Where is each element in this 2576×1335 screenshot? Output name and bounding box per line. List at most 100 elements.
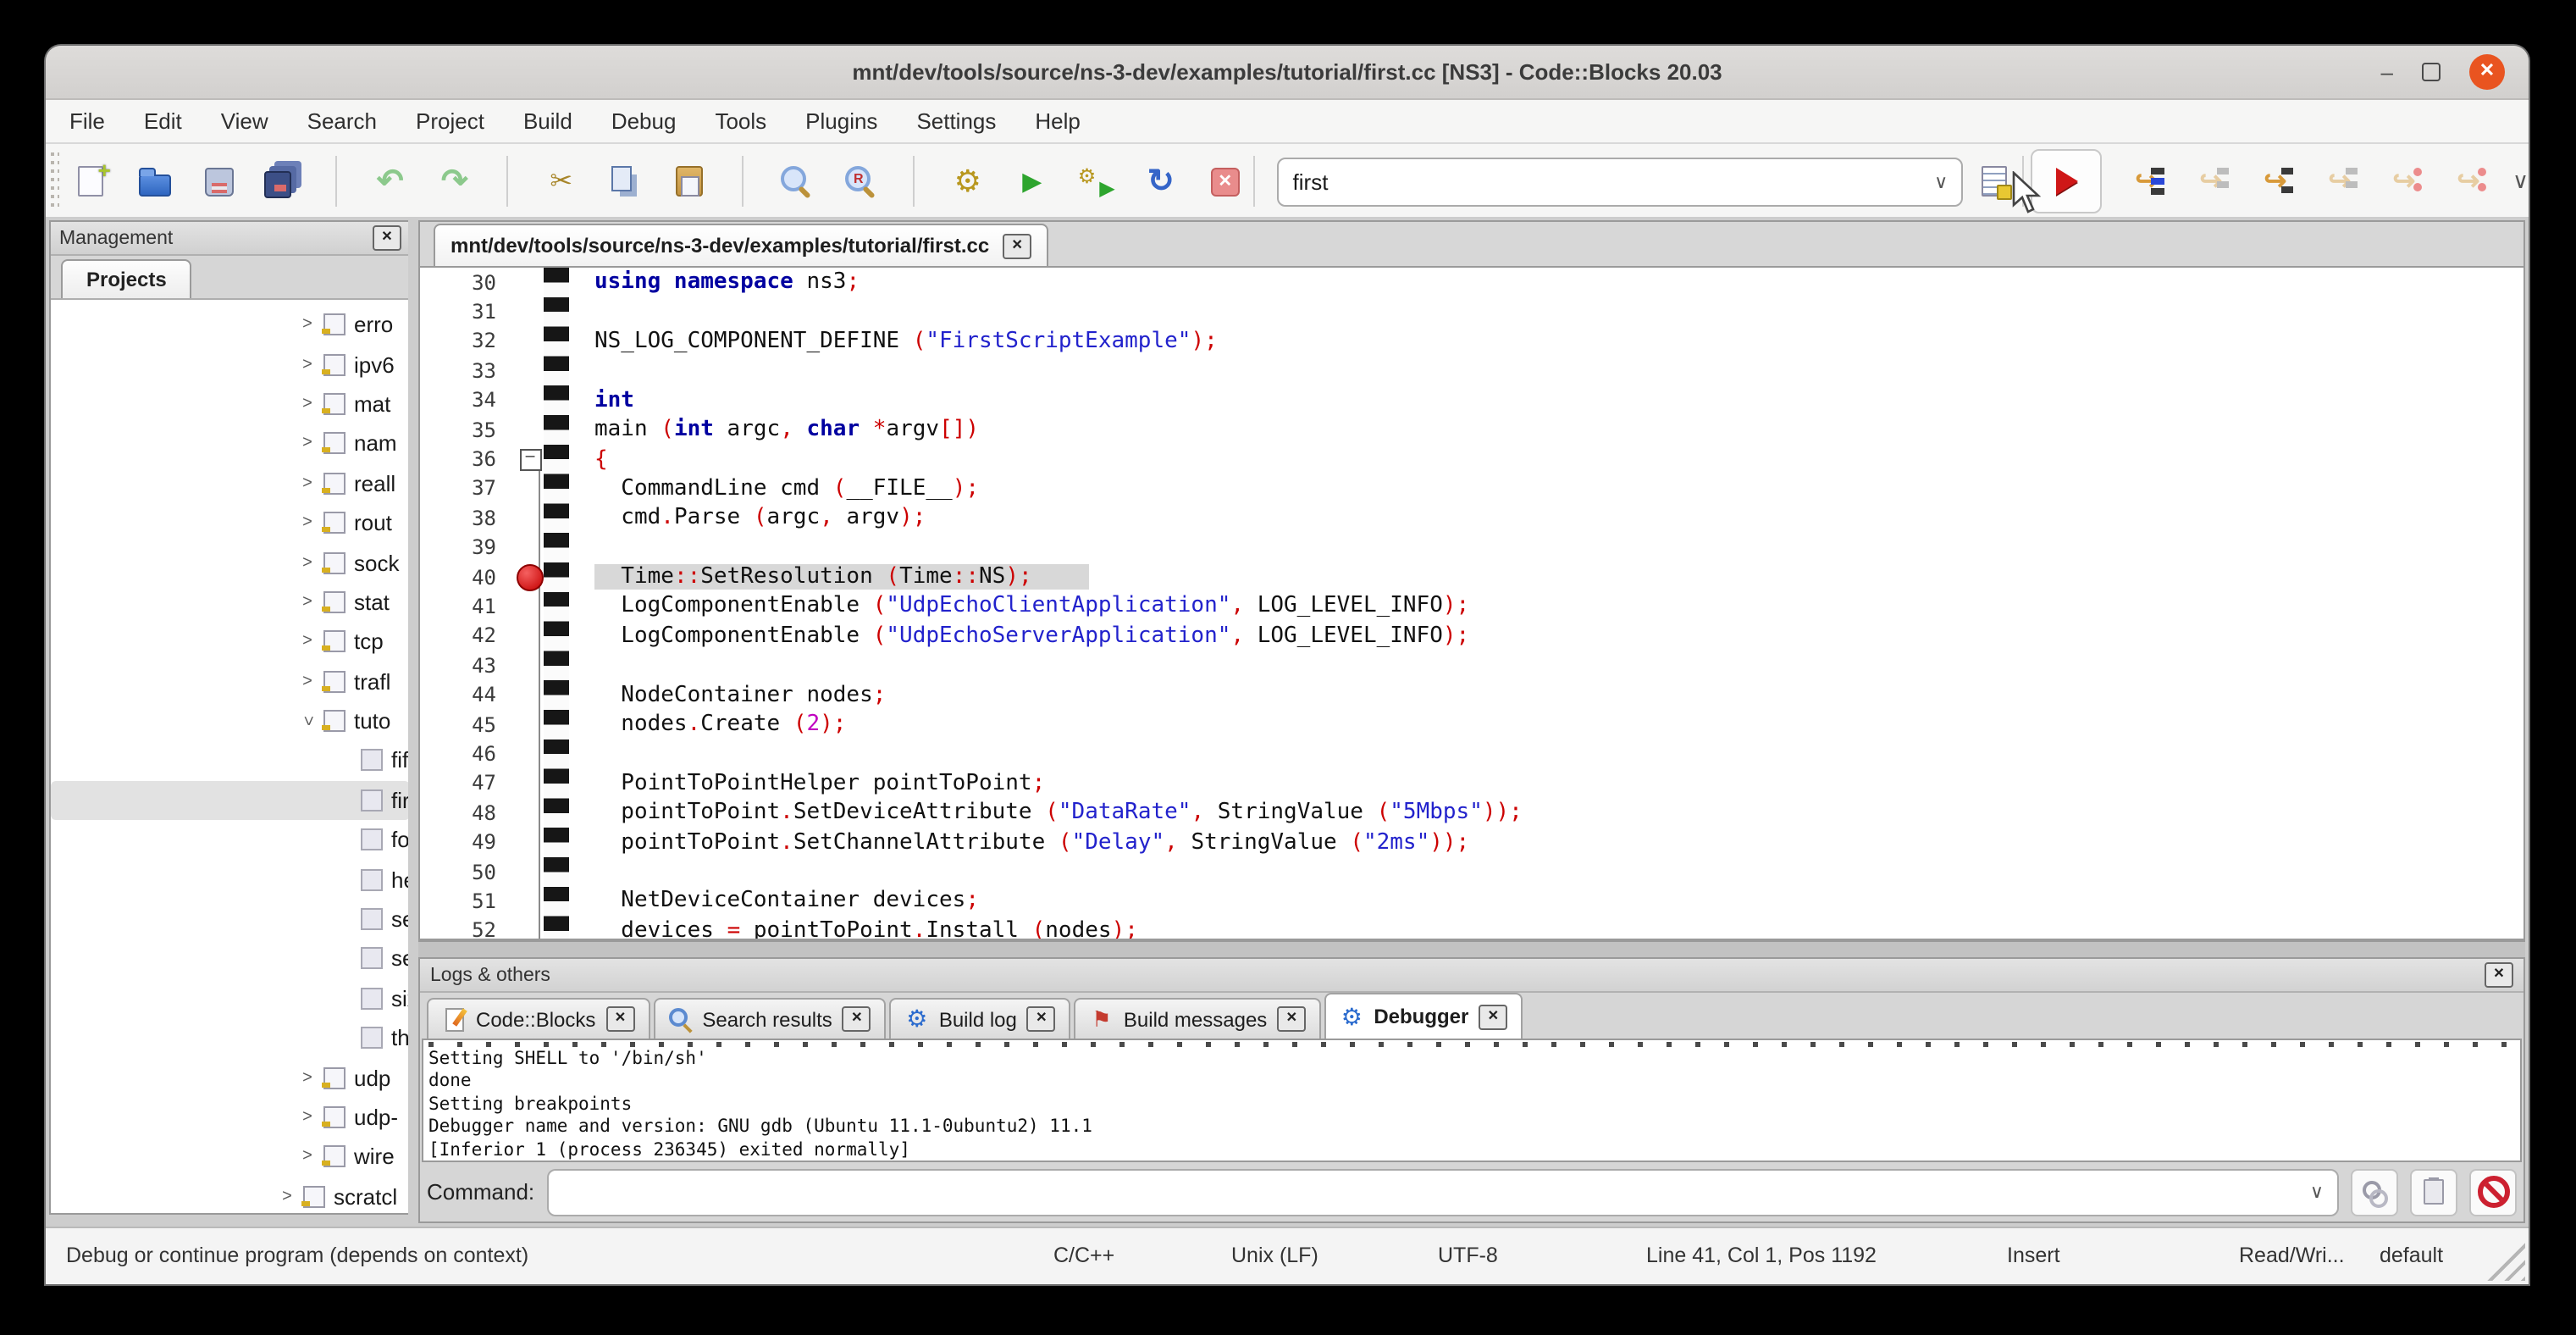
code-line-45[interactable]: 45 nodes.Create (2); [420, 710, 2523, 740]
clipboard-icon[interactable] [2410, 1168, 2457, 1216]
build-target-combo[interactable]: first ∨ [1278, 157, 1964, 206]
code-line-49[interactable]: 49 pointToPoint.SetChannelAttribute ("De… [420, 828, 2523, 857]
menu-help[interactable]: Help [1035, 108, 1081, 134]
tab-close-icon[interactable]: ✕ [843, 1006, 871, 1032]
save-all-icon[interactable] [263, 161, 304, 202]
close-button[interactable]: ✕ [2469, 54, 2505, 90]
tree-item-se[interactable]: se [51, 939, 410, 979]
tree-item-udp[interactable]: >udp [51, 1058, 410, 1098]
tree-item-he[interactable]: he [51, 860, 410, 900]
new-file-icon[interactable] [70, 161, 111, 202]
tree-item-fo[interactable]: fo [51, 820, 410, 860]
code-line-31[interactable]: 31 [420, 297, 2523, 327]
debug-continue-button[interactable] [2032, 149, 2103, 213]
horizontal-splitter[interactable] [418, 940, 2525, 959]
breakpoint-margin[interactable]: – [506, 448, 554, 470]
code-line-43[interactable]: 43 [420, 651, 2523, 680]
redo-icon[interactable]: ↷ [434, 161, 475, 202]
code-line-41[interactable]: 41 LogComponentEnable ("UdpEchoClientApp… [420, 592, 2523, 622]
tree-item-scratcl[interactable]: >scratcl [51, 1177, 410, 1213]
debugger-output[interactable]: Setting SHELL to '/bin/sh'doneSetting br… [422, 1039, 2522, 1162]
collapse-icon[interactable]: > [298, 712, 317, 730]
chevron-down-icon[interactable]: ∨ [2310, 1181, 2324, 1203]
tab-close-icon[interactable]: ✕ [1277, 1006, 1306, 1032]
expand-icon[interactable]: > [298, 315, 317, 334]
tree-item-fir[interactable]: fir [51, 780, 410, 820]
menu-edit[interactable]: Edit [144, 108, 182, 134]
breakpoint-icon[interactable] [517, 563, 544, 590]
fold-collapse-icon[interactable]: – [519, 448, 541, 470]
editor-tab-first-cc[interactable]: mnt/dev/tools/source/ns-3-dev/examples/t… [434, 224, 1048, 266]
rebuild-icon[interactable]: ↻ [1141, 161, 1181, 202]
maximize-button[interactable] [2422, 63, 2441, 81]
copy-icon[interactable] [605, 161, 646, 202]
tab-close-icon[interactable]: ✕ [1479, 1004, 1507, 1029]
step-into-instruction-icon[interactable]: ↪ [2448, 161, 2489, 202]
debug-continue-icon[interactable] [2047, 161, 2087, 202]
log-tab-build-messages[interactable]: ⚑Build messages✕ [1075, 998, 1321, 1039]
logs-close-icon[interactable]: ✕ [2485, 962, 2513, 988]
save-icon[interactable] [199, 161, 240, 202]
tree-item-th[interactable]: th [51, 1018, 410, 1058]
editor-tab-close-icon[interactable]: ✕ [1003, 233, 1031, 258]
code-line-42[interactable]: 42 LogComponentEnable ("UdpEchoServerApp… [420, 621, 2523, 651]
tree-item-erro[interactable]: >erro [51, 305, 410, 345]
expand-icon[interactable]: > [298, 1068, 317, 1087]
menu-plugins[interactable]: Plugins [805, 108, 877, 134]
tree-item-se[interactable]: se [51, 900, 410, 939]
code-line-35[interactable]: 35main (int argc, char *argv[]) [420, 415, 2523, 445]
expand-icon[interactable]: > [298, 395, 317, 413]
menu-search[interactable]: Search [307, 108, 377, 134]
code-line-51[interactable]: 51 NetDeviceContainer devices; [420, 886, 2523, 916]
tree-item-six[interactable]: six [51, 978, 410, 1018]
cut-icon[interactable]: ✂ [541, 161, 582, 202]
tree-item-stat[interactable]: >stat [51, 582, 410, 622]
menu-build[interactable]: Build [523, 108, 572, 134]
menu-view[interactable]: View [221, 108, 268, 134]
abort-build-icon[interactable] [1205, 161, 1246, 202]
build-and-run-icon[interactable] [1076, 161, 1117, 202]
next-line-icon[interactable]: ↪ [2191, 161, 2231, 202]
tree-item-ipv6[interactable]: >ipv6 [51, 345, 410, 385]
chevron-down-icon[interactable]: ∨ [1934, 170, 1948, 192]
expand-icon[interactable]: > [298, 633, 317, 651]
tab-close-icon[interactable]: ✕ [1027, 1006, 1056, 1032]
expand-icon[interactable]: > [298, 672, 317, 690]
titlebar[interactable]: mnt/dev/tools/source/ns-3-dev/examples/t… [46, 46, 2529, 100]
code-line-34[interactable]: 34int [420, 385, 2523, 415]
menu-debug[interactable]: Debug [611, 108, 677, 134]
log-tab-code-blocks[interactable]: Code::Blocks✕ [427, 998, 650, 1039]
expand-icon[interactable]: > [278, 1188, 296, 1206]
breakpoint-margin[interactable] [506, 563, 554, 590]
run-to-cursor-icon[interactable]: ↪ [2126, 161, 2167, 202]
vertical-splitter[interactable] [408, 217, 418, 1228]
code-line-40[interactable]: 40 Time::SetResolution (Time::NS); [420, 562, 2523, 592]
expand-icon[interactable]: > [298, 1148, 317, 1166]
replace-icon[interactable] [841, 161, 882, 202]
log-tab-debugger[interactable]: ⚙Debugger✕ [1324, 993, 1523, 1039]
code-line-30[interactable]: 30using namespace ns3; [420, 268, 2523, 297]
tree-item-sock[interactable]: >sock [51, 543, 410, 583]
code-line-36[interactable]: 36–{ [420, 445, 2523, 474]
menu-settings[interactable]: Settings [916, 108, 996, 134]
log-tab-build-log[interactable]: ⚙Build log✕ [890, 998, 1071, 1039]
open-file-icon[interactable] [135, 161, 175, 202]
toolbar-overflow-chevron-icon[interactable]: ∨ [2512, 168, 2529, 195]
step-out-icon[interactable]: ↪ [2319, 161, 2360, 202]
paste-icon[interactable] [670, 161, 710, 202]
code-line-50[interactable]: 50 [420, 857, 2523, 887]
code-line-44[interactable]: 44 NodeContainer nodes; [420, 680, 2523, 710]
management-close-icon[interactable]: ✕ [373, 225, 401, 251]
clear-log-icon[interactable] [2469, 1168, 2517, 1216]
tree-item-udp-[interactable]: >udp- [51, 1098, 410, 1138]
expand-icon[interactable]: > [298, 355, 317, 374]
tree-item-reall[interactable]: >reall [51, 463, 410, 503]
code-line-52[interactable]: 52 devices = pointToPoint.Install (nodes… [420, 916, 2523, 940]
undo-icon[interactable]: ↶ [370, 161, 411, 202]
resize-grip[interactable] [2481, 1237, 2525, 1281]
menu-file[interactable]: File [69, 108, 105, 134]
next-instruction-icon[interactable]: ↪ [2384, 161, 2424, 202]
log-tab-search-results[interactable]: Search results✕ [653, 998, 886, 1039]
tab-close-icon[interactable]: ✕ [605, 1006, 634, 1032]
command-input[interactable]: ∨ [546, 1168, 2339, 1216]
